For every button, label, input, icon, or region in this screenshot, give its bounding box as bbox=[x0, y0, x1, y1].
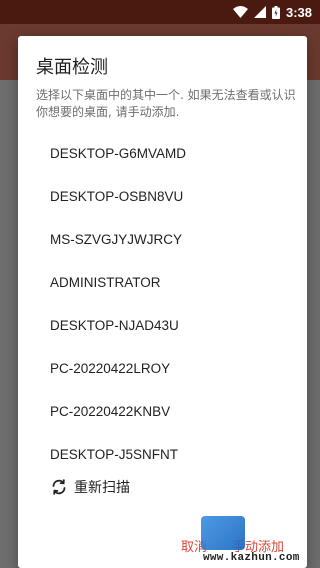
desktop-item[interactable]: PC-20220422LROY bbox=[18, 347, 307, 390]
desktop-item[interactable]: ADMINISTRATOR bbox=[18, 261, 307, 304]
desktop-item[interactable]: MS-SZVGJYJWJRCY bbox=[18, 218, 307, 261]
desktop-item[interactable]: DESKTOP-NJAD43U bbox=[18, 304, 307, 347]
desktop-detection-dialog: 桌面检测 选择以下桌面中的其中一个. 如果无法查看或认识你想要的桌面, 请手动添… bbox=[18, 36, 307, 568]
desktop-item[interactable]: DESKTOP-OSBN8VU bbox=[18, 175, 307, 218]
desktop-item[interactable]: PC-20220422KNBV bbox=[18, 390, 307, 433]
status-time: 3:38 bbox=[285, 4, 312, 20]
status-bar: 3:38 bbox=[0, 0, 320, 24]
dialog-title: 桌面检测 bbox=[36, 57, 108, 78]
rescan-label: 重新扫描 bbox=[74, 480, 130, 496]
rescan-button[interactable]: 重新扫描 bbox=[50, 474, 130, 500]
wifi-icon bbox=[232, 6, 248, 18]
add-manually-button[interactable]: 手动添加 bbox=[232, 536, 284, 555]
desktop-item[interactable]: DESKTOP-G6MVAMD bbox=[18, 132, 307, 175]
refresh-icon bbox=[50, 478, 68, 496]
cellular-icon bbox=[253, 6, 266, 18]
cancel-button[interactable]: 取消 bbox=[181, 536, 207, 555]
dialog-description: 选择以下桌面中的其中一个. 如果无法查看或认识你想要的桌面, 请手动添加. bbox=[36, 88, 296, 119]
status-icons: 3:38 bbox=[232, 0, 312, 24]
desktop-list: DESKTOP-G6MVAMD DESKTOP-OSBN8VU MS-SZVGJ… bbox=[18, 132, 307, 476]
dialog-actions: 取消 手动添加 bbox=[18, 520, 307, 568]
battery-icon bbox=[271, 5, 280, 19]
desktop-item[interactable]: DESKTOP-J5SNFNT bbox=[18, 433, 307, 476]
